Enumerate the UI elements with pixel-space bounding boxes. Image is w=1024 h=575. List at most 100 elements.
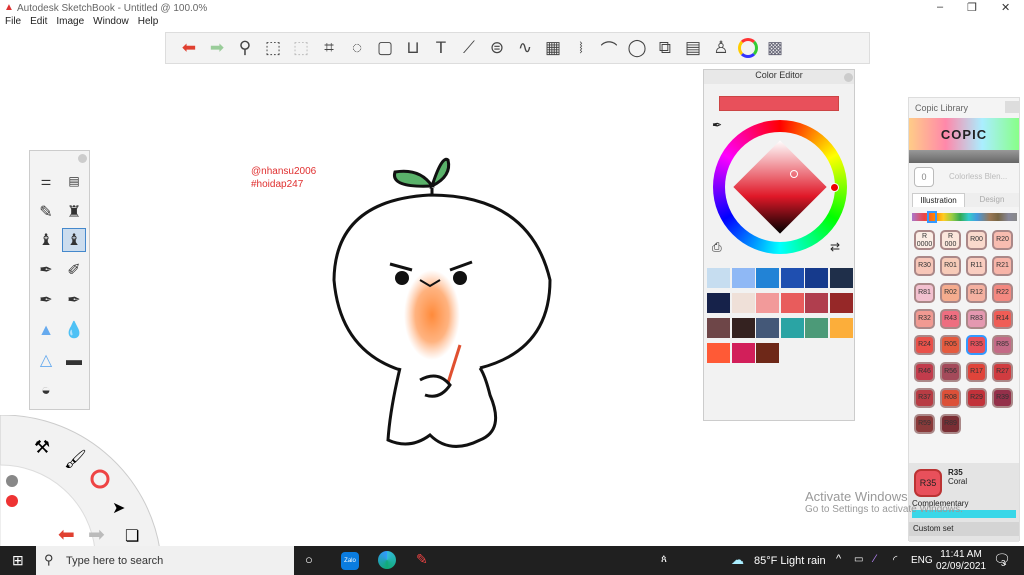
maximize-button[interactable]: ❐ bbox=[967, 1, 977, 14]
symmetry-icon[interactable]: ⧘ bbox=[570, 37, 592, 59]
smudge-icon[interactable]: ▲ bbox=[34, 319, 58, 343]
color-swatch[interactable] bbox=[707, 343, 730, 363]
copic-marker-r39[interactable]: R39 bbox=[992, 387, 1013, 408]
color-swatch[interactable] bbox=[756, 343, 779, 363]
color-swatch[interactable] bbox=[731, 343, 755, 363]
color-swatch[interactable] bbox=[780, 268, 804, 288]
copic-marker-r17[interactable]: R17 bbox=[966, 361, 987, 382]
shape-icon[interactable]: ⧉ bbox=[654, 37, 676, 59]
color-swatch[interactable] bbox=[707, 318, 730, 338]
eyedropper-icon[interactable]: ✒ bbox=[712, 118, 722, 132]
copic-marker-r56[interactable]: R56 bbox=[940, 361, 961, 382]
copic-marker-r32[interactable]: R32 bbox=[914, 308, 935, 329]
copic-marker-r22[interactable]: R22 bbox=[992, 282, 1013, 303]
task-view-icon[interactable]: ○ bbox=[305, 552, 313, 567]
edge-icon[interactable] bbox=[378, 551, 396, 569]
lasso-icon[interactable]: ◌ bbox=[346, 37, 368, 59]
text-icon[interactable]: T bbox=[430, 37, 452, 59]
clock[interactable]: 11:41 AM 02/09/2021 bbox=[936, 549, 986, 573]
crop-select-icon[interactable]: ⬚ bbox=[290, 37, 312, 59]
pencil-brush-icon[interactable]: ✎ bbox=[34, 201, 58, 225]
copic-marker-r0000[interactable]: R 0000 bbox=[914, 230, 935, 250]
color-swatch[interactable] bbox=[829, 268, 853, 288]
minimize-button[interactable]: – bbox=[937, 1, 943, 13]
copic-marker-r59[interactable]: R59 bbox=[914, 414, 935, 435]
color-swatch[interactable] bbox=[829, 318, 853, 338]
undo-icon[interactable]: ⬅ bbox=[178, 37, 200, 59]
menu-edit[interactable]: Edit bbox=[30, 16, 47, 27]
menu-file[interactable]: File bbox=[5, 16, 21, 27]
hue-wheel[interactable] bbox=[713, 120, 847, 254]
copic-marker-r12[interactable]: R12 bbox=[966, 282, 987, 303]
windows-start-icon[interactable]: ⊞ bbox=[12, 552, 24, 569]
brush-library-icon[interactable]: ▤ bbox=[62, 169, 86, 193]
copic-marker-r35[interactable]: R35 bbox=[966, 335, 987, 356]
copic-marker-r02[interactable]: R02 bbox=[940, 282, 961, 303]
canvas-drawing[interactable] bbox=[320, 150, 560, 460]
perspective-icon[interactable]: ▦ bbox=[542, 37, 564, 59]
eraser-icon[interactable]: ▬ bbox=[62, 349, 86, 373]
print-icon[interactable]: ⎙ bbox=[712, 240, 722, 255]
hue-handle[interactable] bbox=[830, 183, 839, 192]
color-swatch[interactable] bbox=[756, 293, 779, 313]
taskbar-search[interactable]: ⚲ Type here to search bbox=[36, 546, 294, 575]
tab-design[interactable]: Design bbox=[965, 193, 1019, 207]
color-swatch[interactable] bbox=[731, 268, 755, 288]
zalo-icon[interactable]: Zalo bbox=[341, 552, 359, 570]
menu-image[interactable]: Image bbox=[56, 16, 84, 27]
close-panel-icon[interactable] bbox=[1005, 101, 1019, 113]
weather-text[interactable]: 85°F Light rain bbox=[754, 555, 826, 567]
language-indicator[interactable]: ENG bbox=[911, 555, 933, 566]
blur-icon[interactable]: 💧 bbox=[62, 319, 86, 343]
close-palette-icon[interactable] bbox=[78, 154, 87, 163]
copic-marker-r89[interactable]: R89 bbox=[940, 414, 961, 435]
circle-icon[interactable]: ◯ bbox=[626, 37, 648, 59]
color-swatch[interactable] bbox=[756, 268, 779, 288]
close-panel-icon[interactable] bbox=[844, 73, 853, 82]
color-swatch[interactable] bbox=[805, 318, 828, 338]
curve-ruler-icon[interactable]: ∿ bbox=[514, 37, 536, 59]
menu-window[interactable]: Window bbox=[93, 16, 129, 27]
color-wheel-icon[interactable] bbox=[738, 38, 758, 58]
copic-marker-r24[interactable]: R24 bbox=[914, 335, 935, 356]
copic-marker-r11[interactable]: R11 bbox=[966, 256, 987, 277]
custom-set-header[interactable]: Custom set bbox=[909, 522, 1019, 536]
ruler-icon[interactable]: ⟋ bbox=[458, 37, 480, 59]
chevron-up-icon[interactable]: ^ bbox=[836, 553, 841, 565]
people-icon[interactable]: ጰ bbox=[661, 554, 667, 565]
brush-settings-icon[interactable]: ⚌ bbox=[34, 169, 58, 193]
copic-marker-r27[interactable]: R27 bbox=[992, 361, 1013, 382]
wifi-icon[interactable]: ◜ bbox=[893, 553, 897, 566]
color-swatch[interactable] bbox=[780, 318, 804, 338]
close-button[interactable]: ✕ bbox=[1001, 1, 1010, 14]
copic-marker-r20[interactable]: R20 bbox=[992, 230, 1013, 250]
marker-brush-icon[interactable]: ♝ bbox=[34, 229, 58, 253]
brush-library-icon[interactable]: ♙ bbox=[710, 37, 732, 59]
color-swatch[interactable] bbox=[756, 318, 779, 338]
stroke-icon[interactable]: ⌒ bbox=[598, 37, 620, 60]
copic-marker-r37[interactable]: R37 bbox=[914, 387, 935, 408]
color-swatch[interactable] bbox=[731, 318, 755, 338]
airbrush-icon[interactable]: ♜ bbox=[62, 201, 86, 225]
hard-eraser-icon[interactable]: ◒ bbox=[34, 379, 58, 403]
lagoon-menu[interactable]: ⚒ 🖌 ➤ ❏ ⬅ ➡ bbox=[0, 415, 170, 550]
color-swatch[interactable] bbox=[731, 293, 755, 313]
layers-icon[interactable]: ▩ bbox=[764, 37, 786, 59]
copic-marker-r05[interactable]: R05 bbox=[940, 335, 961, 356]
select-icon[interactable]: ⬚ bbox=[262, 37, 284, 59]
tab-illustration[interactable]: Illustration bbox=[912, 193, 965, 207]
color-swatch[interactable] bbox=[707, 293, 730, 313]
ink-brush-icon[interactable]: ✐ bbox=[62, 259, 86, 283]
menu-help[interactable]: Help bbox=[138, 16, 159, 27]
color-swatch[interactable] bbox=[805, 268, 828, 288]
copic-marker-r08[interactable]: R08 bbox=[940, 387, 961, 408]
color-swatch[interactable] bbox=[707, 268, 730, 288]
color-swatch[interactable] bbox=[805, 293, 828, 313]
pen-brush-icon[interactable]: ✒ bbox=[34, 259, 58, 283]
distort-icon[interactable]: ▢ bbox=[374, 37, 396, 59]
color-swatch[interactable] bbox=[829, 293, 853, 313]
copic-marker-r00[interactable]: R00 bbox=[966, 230, 987, 250]
pen-icon[interactable]: ⁄ bbox=[874, 553, 876, 565]
fountain-pen-icon[interactable]: ✒ bbox=[62, 289, 86, 313]
copic-marker-r01[interactable]: R01 bbox=[940, 256, 961, 277]
